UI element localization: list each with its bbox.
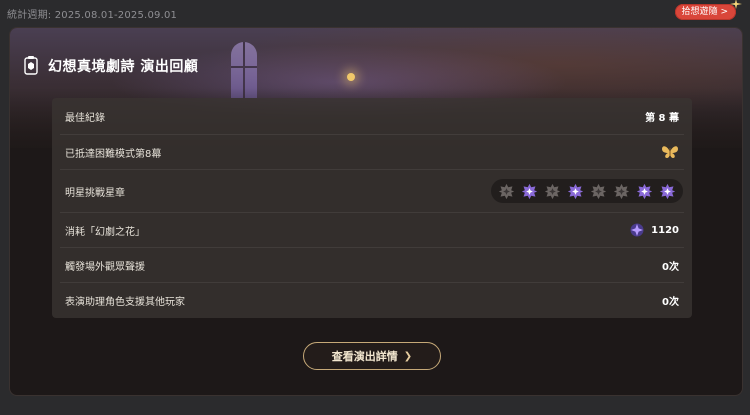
star-badge-earned-icon [566,182,585,201]
flower-value-group: 1120 [629,222,679,238]
row-star-challenge: 明星挑戰星章 [52,170,692,212]
star-badge-earned-icon [520,182,539,201]
sparkle-icon [730,0,742,9]
row-flower-consumed: 消耗「幻劇之花」 1120 [52,213,692,247]
assist-support-value: 0次 [662,296,679,308]
row-assist-support: 表演助理角色支援其他玩家 0次 [52,283,692,317]
performance-review-card: 幻想真境劇詩 演出回顧 最佳紀錄 第 8 幕 已抵達困難模式第8幕 明星挑戰星章… [9,27,743,396]
view-details-button[interactable]: 查看演出詳情 ❯ [303,342,441,370]
star-badge-empty-icon [543,182,562,201]
audience-support-value: 0次 [662,261,679,273]
flower-count-value: 1120 [651,224,679,236]
card-header: 幻想真境劇詩 演出回顧 [24,54,198,78]
row-label: 觸發場外觀眾聲援 [65,261,145,273]
row-best-record: 最佳紀錄 第 8 幕 [52,98,692,134]
stats-panel: 最佳紀錄 第 8 幕 已抵達困難模式第8幕 明星挑戰星章 消耗「幻劇之花」 11… [52,98,692,318]
lamp-decoration [347,73,355,81]
row-label: 消耗「幻劇之花」 [65,226,145,238]
share-button[interactable]: 拾想遊隨 > [675,4,736,20]
row-label: 明星挑戰星章 [65,187,125,199]
star-track [491,179,683,203]
star-badge-empty-icon [589,182,608,201]
stat-period-text: 統計週期: 2025.08.01-2025.09.01 [7,10,178,21]
top-bar: 統計週期: 2025.08.01-2025.09.01 拾想遊隨 > [0,0,750,24]
card-title: 幻想真境劇詩 演出回顧 [48,59,199,75]
row-label: 已抵達困難模式第8幕 [65,148,162,160]
script-scroll-icon [24,56,38,75]
row-label: 最佳紀錄 [65,112,105,124]
star-badge-empty-icon [497,182,516,201]
row-hard-mode: 已抵達困難模式第8幕 [52,135,692,169]
fantasia-flower-icon [630,223,644,237]
share-arrow-icon: > [720,7,728,17]
row-audience-support: 觸發場外觀眾聲援 0次 [52,248,692,282]
star-badge-empty-icon [612,182,631,201]
star-badge-earned-icon [658,182,677,201]
view-details-label: 查看演出詳情 [331,350,398,363]
row-label: 表演助理角色支援其他玩家 [65,296,185,308]
star-badge-earned-icon [635,182,654,201]
best-record-value: 第 8 幕 [645,112,679,124]
butterfly-icon [662,146,678,158]
chevron-right-icon: ❯ [403,350,413,362]
share-label: 拾想遊隨 [681,7,718,17]
